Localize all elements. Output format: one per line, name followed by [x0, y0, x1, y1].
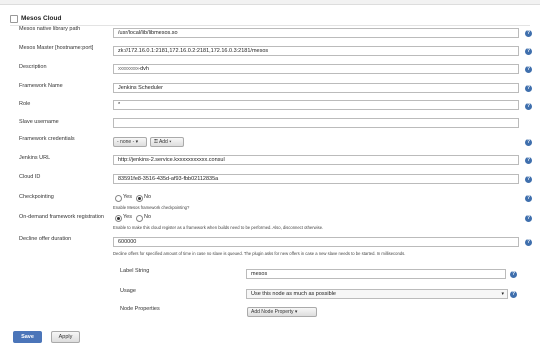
jenkins-url-input[interactable]: http://jenkins-2.service.kxxxxxxxxxxx.co…: [113, 155, 519, 165]
credentials-select[interactable]: - none - ▾: [113, 137, 147, 147]
add-credentials-label: Add: [158, 139, 168, 145]
master-input[interactable]: zk://172.16.0.1:2181,172.16.0.2:2181,172…: [113, 46, 519, 56]
description-input[interactable]: xxxxxxxxx-dvh: [113, 64, 519, 74]
jenkins-url-label: Jenkins URL: [19, 155, 51, 161]
help-icon[interactable]: ?: [510, 271, 517, 278]
help-icon[interactable]: ?: [525, 195, 532, 202]
decline-input[interactable]: 600000: [113, 237, 519, 247]
chevron-down-icon: ▾: [501, 291, 504, 297]
save-button[interactable]: Save: [13, 331, 42, 343]
cloud-id-label: Cloud ID: [19, 174, 41, 180]
on-demand-yes-radio[interactable]: [115, 215, 122, 222]
checkpointing-label: Checkpointing: [19, 194, 54, 200]
help-icon[interactable]: ?: [525, 139, 532, 146]
help-icon[interactable]: ?: [525, 103, 532, 110]
description-suffix: -dvh: [138, 66, 149, 72]
section-header: Mesos Cloud: [10, 14, 530, 26]
key-icon: ⚿: [154, 139, 158, 145]
chevron-down-icon: ▾: [135, 139, 139, 145]
on-demand-no-radio[interactable]: [136, 215, 143, 222]
description-label: Description: [19, 64, 47, 70]
help-icon[interactable]: ?: [525, 66, 532, 73]
decline-label: Decline offer duration: [19, 236, 72, 242]
add-node-property-label: Add Node Property: [251, 309, 294, 315]
usage-select-value: Use this node as much as possible: [251, 291, 336, 297]
help-icon[interactable]: ?: [525, 48, 532, 55]
chevron-down-icon: ▾: [294, 309, 298, 315]
top-bar: cloud: [0, 0, 540, 5]
checkpointing-note: Enable Mesos framework checkpointing?: [113, 205, 190, 210]
role-label: Role: [19, 101, 31, 107]
framework-credentials-label: Framework credentials: [19, 136, 75, 142]
add-credentials-button[interactable]: ⚿ Add ▾: [150, 137, 184, 147]
usage-label: Usage: [120, 288, 136, 294]
checkpointing-yes-radio[interactable]: [115, 195, 122, 202]
slave-username-input[interactable]: [113, 118, 519, 128]
cloud-id-input[interactable]: 83591fe8-3516-435d-af93-fbb02112835a: [113, 174, 519, 184]
checkpointing-no-label: No: [144, 194, 152, 200]
help-icon[interactable]: ?: [525, 157, 532, 164]
slave-username-label: Slave username: [19, 119, 59, 125]
framework-name-input[interactable]: Jenkins Scheduler: [113, 83, 519, 93]
section-title: Mesos Cloud: [21, 15, 62, 22]
checkpointing-no-radio[interactable]: [136, 195, 143, 202]
description-obscured: xxxxxxxxx: [118, 66, 139, 72]
label-string-input[interactable]: mesos: [246, 269, 506, 279]
framework-name-label: Framework Name: [19, 83, 63, 89]
native-lib-label: Mesos native library path: [19, 26, 81, 32]
help-icon[interactable]: ?: [510, 291, 517, 298]
on-demand-yes-label: Yes: [123, 214, 132, 220]
top-bar-title: cloud: [12, 0, 28, 2]
add-node-property-button[interactable]: Add Node Property ▾: [247, 307, 317, 317]
label-string-label: Label String: [120, 268, 150, 274]
node-properties-label: Node Properties: [120, 306, 160, 312]
help-icon[interactable]: ?: [525, 30, 532, 37]
help-icon[interactable]: ?: [525, 176, 532, 183]
chevron-down-icon: ▾: [169, 139, 172, 145]
native-lib-input[interactable]: /usr/local/lib/libmesos.so: [113, 28, 519, 38]
credentials-select-value: - none -: [117, 139, 135, 145]
on-demand-no-label: No: [144, 214, 152, 220]
apply-button[interactable]: Apply: [51, 331, 80, 343]
help-icon[interactable]: ?: [525, 85, 532, 92]
help-icon[interactable]: ?: [525, 239, 532, 246]
on-demand-note: Enable to make this cloud register as a …: [113, 225, 324, 230]
on-demand-label: On-demand framework registration: [19, 214, 104, 220]
usage-select[interactable]: Use this node as much as possible ▾: [246, 289, 508, 299]
master-label: Mesos Master [hostname:port]: [19, 45, 94, 51]
delete-cloud-checkbox[interactable]: [10, 15, 18, 23]
help-icon[interactable]: ?: [525, 215, 532, 222]
checkpointing-yes-label: Yes: [123, 194, 132, 200]
decline-note: Decline offers for specified amount of t…: [113, 251, 406, 256]
role-input[interactable]: *: [113, 100, 519, 110]
